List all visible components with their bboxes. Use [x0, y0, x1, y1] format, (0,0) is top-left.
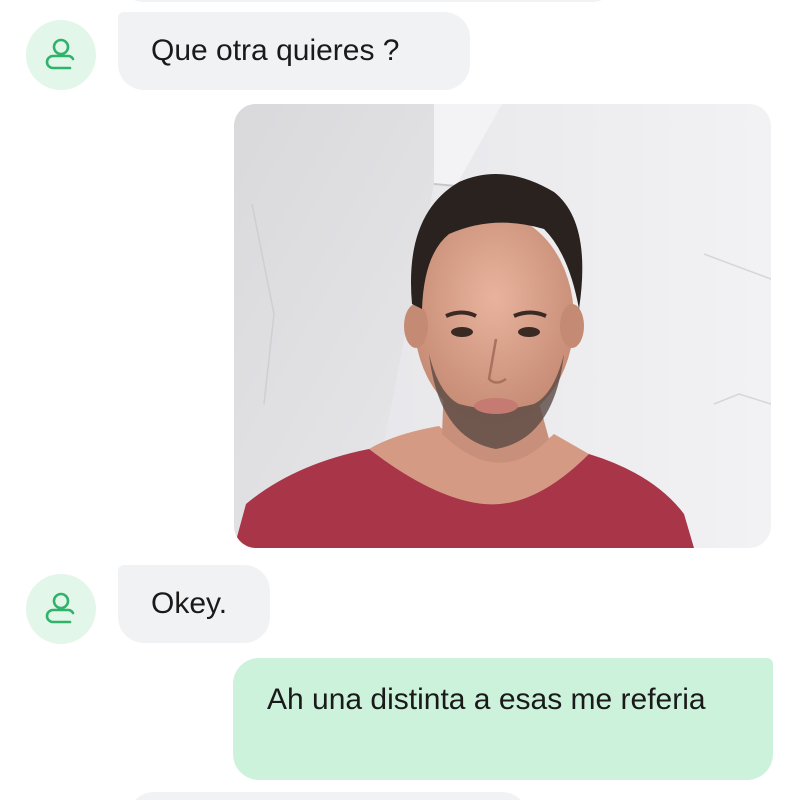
contact-avatar[interactable]	[26, 574, 96, 644]
person-outline-icon	[45, 38, 75, 70]
incoming-message-bubble[interactable]: Okey.	[118, 565, 270, 643]
message-text: Okey.	[151, 587, 228, 620]
previous-message-bubble	[118, 0, 618, 2]
selfie-photo-image	[234, 104, 771, 548]
person-outline-icon	[45, 592, 75, 624]
message-text: Ah una distinta a esas me referia	[267, 683, 706, 716]
next-message-bubble	[128, 792, 528, 800]
chat-screen: Que otra quieres ? Okey. Ah una distinta…	[0, 0, 800, 800]
message-text: Que otra quieres ?	[151, 34, 400, 67]
sent-photo[interactable]	[234, 104, 771, 548]
outgoing-message-bubble[interactable]: Ah una distinta a esas me referia	[233, 658, 773, 780]
incoming-message-bubble[interactable]: Que otra quieres ?	[118, 12, 470, 90]
contact-avatar[interactable]	[26, 20, 96, 90]
